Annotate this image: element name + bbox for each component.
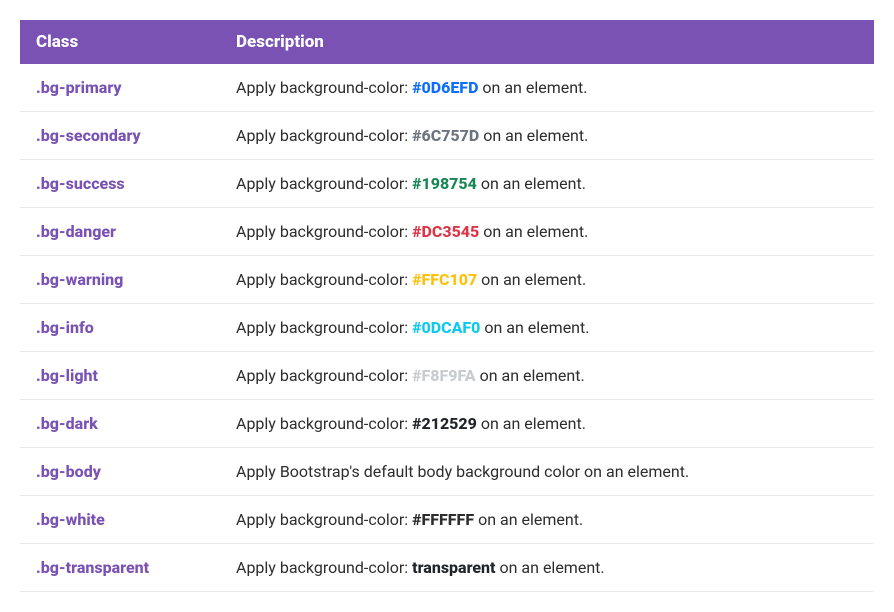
class-name-text: .bg-light	[36, 366, 98, 385]
class-cell: .bg-secondary	[20, 112, 220, 160]
description-prefix: Apply background-color:	[236, 318, 412, 337]
description-prefix: Apply background-color:	[236, 78, 412, 97]
class-cell: .bg-warning	[20, 256, 220, 304]
description-prefix: Apply background-color:	[236, 414, 412, 433]
description-cell: Apply background-color: #198754 on an el…	[220, 160, 874, 208]
table-row: .bg-success Apply background-color: #1987…	[20, 160, 874, 208]
description-prefix: Apply background-color:	[236, 558, 412, 577]
class-cell: .bg-dark	[20, 400, 220, 448]
table-row: .bg-body Apply Bootstrap's default body b…	[20, 448, 874, 496]
description-value: transparent	[412, 558, 495, 577]
description-suffix: on an element.	[474, 510, 583, 529]
description-prefix: Apply background-color:	[236, 366, 412, 385]
description-prefix: Apply background-color:	[236, 174, 412, 193]
description-cell: Apply background-color: #6C757D on an el…	[220, 112, 874, 160]
class-name-text: .bg-dark	[36, 414, 98, 433]
description-prefix: Apply background-color:	[236, 510, 412, 529]
class-name-text: .bg-white	[36, 510, 105, 529]
table-row: .bg-dark Apply background-color: #212529 …	[20, 400, 874, 448]
description-suffix: on an element.	[496, 558, 605, 577]
table-row: .bg-white Apply background-color: #FFFFFF…	[20, 496, 874, 544]
description-cell: Apply background-color: #DC3545 on an el…	[220, 208, 874, 256]
description-cell: Apply background-color: #FFC107 on an el…	[220, 256, 874, 304]
description-value: #0DCAF0	[412, 318, 480, 337]
class-cell: .bg-light	[20, 352, 220, 400]
description-suffix: on an element.	[477, 414, 586, 433]
class-cell: .bg-success	[20, 160, 220, 208]
description-value: #212529	[412, 414, 477, 433]
description-value: #F8F9FA	[412, 366, 475, 385]
table-row: .bg-transparent Apply background-color: t…	[20, 544, 874, 592]
class-name-text: .bg-danger	[36, 222, 116, 241]
class-cell: .bg-danger	[20, 208, 220, 256]
table-row: .bg-info Apply background-color: #0DCAF0 …	[20, 304, 874, 352]
description-cell: Apply background-color: #0DCAF0 on an el…	[220, 304, 874, 352]
description-value: #FFFFFF	[412, 510, 474, 529]
header-description: Description	[220, 20, 874, 64]
class-name-text: .bg-primary	[36, 78, 122, 97]
description-suffix: on an element.	[479, 222, 588, 241]
class-name-text: .bg-transparent	[36, 558, 149, 577]
table-header-row: Class Description	[20, 20, 874, 64]
class-cell: .bg-info	[20, 304, 220, 352]
class-cell: .bg-primary	[20, 64, 220, 112]
description-value: #198754	[412, 174, 477, 193]
description-cell: Apply background-color: #FFFFFF on an el…	[220, 496, 874, 544]
description-suffix: on an element.	[477, 174, 586, 193]
description-cell: Apply background-color: #F8F9FA on an el…	[220, 352, 874, 400]
description-suffix: on an element.	[478, 78, 587, 97]
class-name-text: .bg-body	[36, 462, 101, 481]
class-name-text: .bg-success	[36, 174, 125, 193]
description-suffix: on an element.	[477, 270, 586, 289]
class-name-text: .bg-info	[36, 318, 94, 337]
table-row: .bg-danger Apply background-color: #DC354…	[20, 208, 874, 256]
description-cell: Apply Bootstrap's default body backgroun…	[220, 448, 874, 496]
description-value: #0D6EFD	[412, 78, 478, 97]
class-cell: .bg-white	[20, 496, 220, 544]
class-name-text: .bg-warning	[36, 270, 123, 289]
description-prefix: Apply background-color:	[236, 126, 412, 145]
description-prefix: Apply background-color:	[236, 222, 412, 241]
description-suffix: on an element.	[476, 366, 585, 385]
description-suffix: on an element.	[480, 318, 589, 337]
class-cell: .bg-transparent	[20, 544, 220, 592]
description-suffix: on an element.	[479, 126, 588, 145]
header-class: Class	[20, 20, 220, 64]
table-row: .bg-primary Apply background-color: #0D6E…	[20, 64, 874, 112]
description-value: #DC3545	[412, 222, 479, 241]
table-row: .bg-light Apply background-color: #F8F9FA…	[20, 352, 874, 400]
description-prefix: Apply background-color:	[236, 270, 412, 289]
class-name-text: .bg-secondary	[36, 126, 141, 145]
class-cell: .bg-body	[20, 448, 220, 496]
table-row: .bg-warning Apply background-color: #FFC1…	[20, 256, 874, 304]
description-cell: Apply background-color: #212529 on an el…	[220, 400, 874, 448]
description-value: #FFC107	[412, 270, 477, 289]
table-row: .bg-secondary Apply background-color: #6C…	[20, 112, 874, 160]
description-cell: Apply background-color: transparent on a…	[220, 544, 874, 592]
class-reference-table: Class Description .bg-primary Apply backg…	[20, 20, 874, 592]
description-prefix: Apply Bootstrap's default body backgroun…	[236, 462, 689, 481]
description-value: #6C757D	[412, 126, 479, 145]
description-cell: Apply background-color: #0D6EFD on an el…	[220, 64, 874, 112]
